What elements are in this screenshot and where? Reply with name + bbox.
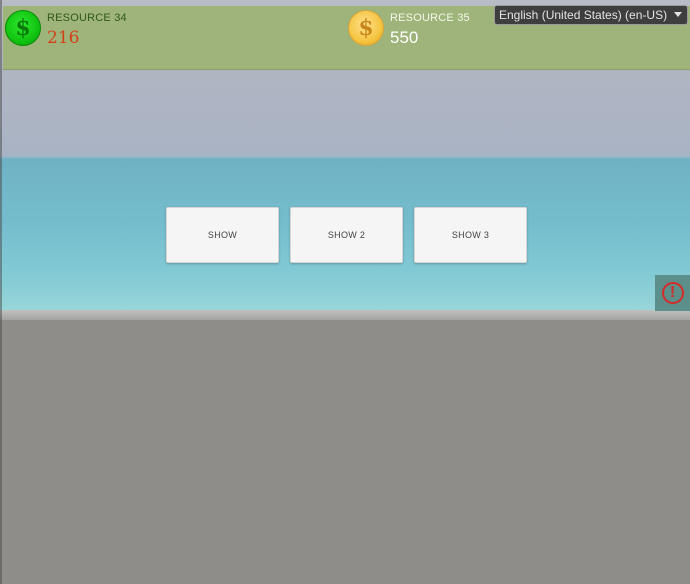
coin-symbol: $ [358, 15, 374, 41]
show-button-label: SHOW [207, 230, 238, 240]
resource-34-panel: $ RESOURCE 34 216 [5, 10, 127, 48]
chevron-down-icon [674, 12, 682, 17]
show-2-button[interactable]: SHOW 2 [290, 207, 403, 263]
viewport-left-border [0, 0, 2, 584]
language-selected-value: English (United States) (en-US) [499, 8, 668, 22]
alert-symbol: ! [669, 284, 676, 301]
ground-plane [0, 320, 690, 584]
resource-35-label: RESOURCE 35 [390, 12, 470, 24]
gold-dollar-coin-icon: $ [348, 10, 384, 46]
resource-34-value: 216 [47, 28, 80, 48]
language-dropdown[interactable]: English (United States) (en-US) [494, 5, 688, 25]
show-2-button-label: SHOW 2 [327, 230, 366, 240]
game-viewport: $ RESOURCE 34 216 $ RESOURCE 35 550 Engl… [0, 0, 690, 584]
show-button[interactable]: SHOW [166, 207, 279, 263]
resource-34-label: RESOURCE 34 [47, 12, 127, 24]
resource-35-value: 550 [390, 28, 419, 47]
show-3-button-label: SHOW 3 [451, 230, 490, 240]
horizon-line [0, 155, 690, 158]
exclamation-alert-icon: ! [661, 282, 684, 304]
show-3-button[interactable]: SHOW 3 [414, 207, 527, 263]
green-dollar-coin-icon: $ [5, 10, 41, 46]
resource-35-panel: $ RESOURCE 35 550 [348, 10, 470, 48]
alert-button[interactable]: ! [655, 275, 690, 311]
coin-symbol: $ [15, 15, 31, 41]
